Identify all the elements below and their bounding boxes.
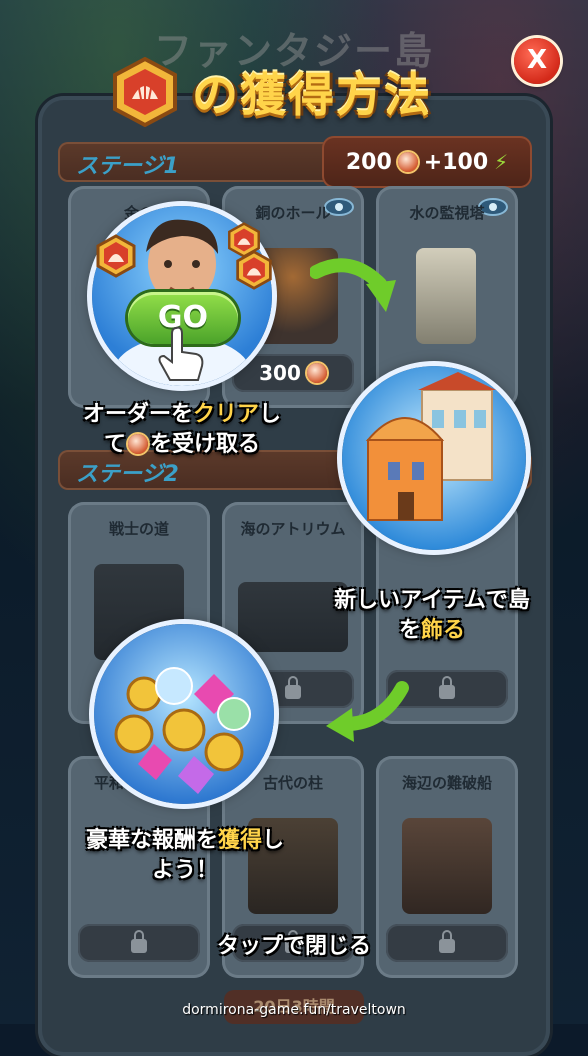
energy-bolt-icon: ⚡: [494, 150, 509, 174]
shell-badge-icon: [96, 234, 136, 278]
step1-text-a: オーダーを: [82, 402, 193, 427]
footer-url: dormirona-game.fun/traveltown: [182, 1002, 406, 1018]
lock-icon: [439, 676, 455, 699]
step3-caption: 豪華な報酬を獲得し よう！: [60, 826, 310, 886]
close-button[interactable]: X: [514, 38, 560, 84]
headline-title: の獲得方法: [192, 68, 432, 122]
shell-badge-icon: [236, 250, 272, 290]
shell-hex-icon: [110, 56, 180, 128]
stage1-reward: 200 +100 ⚡: [322, 136, 532, 188]
watch-tower-image: [416, 248, 476, 344]
step2-highlight: 飾る: [421, 618, 466, 643]
step2-text-b: を: [398, 618, 421, 643]
step3-text-b: し: [262, 828, 285, 853]
step3-highlight: 獲得: [217, 828, 262, 853]
step3-text-c: よう！: [151, 858, 218, 883]
step1-text-d: を受け取る: [150, 432, 261, 457]
step1-highlight: クリア: [192, 402, 259, 427]
reward-energy-value: +100: [423, 149, 489, 175]
arrow-left-icon: [326, 681, 409, 742]
shipwreck-image: [402, 818, 492, 914]
step1-caption: オーダーをクリアし てを受け取る: [62, 400, 302, 460]
step2-text-a: 新しいアイテムで島: [334, 588, 530, 613]
step2-caption: 新しいアイテムで島 を飾る: [304, 586, 560, 646]
stage1-bar: ステージ1 200 +100 ⚡: [58, 136, 532, 188]
card-title: 海のアトリウム: [240, 520, 346, 538]
card-title: 海辺の難破船: [401, 774, 492, 792]
lock-icon: [285, 676, 301, 699]
headline: の獲得方法: [110, 54, 432, 130]
shell-icon: [306, 363, 327, 383]
step3-reward-circle: [94, 624, 274, 804]
shell-icon: [397, 152, 418, 172]
stage1-label: ステージ1: [76, 154, 179, 179]
shell-icon: [128, 434, 148, 454]
step1-text-b: し: [259, 402, 282, 427]
card-title: 戦士の道: [108, 520, 169, 538]
step2-building-circle: [342, 366, 526, 550]
arrow-right-icon: [310, 258, 396, 312]
tap-to-close-hint[interactable]: タップで閉じる: [0, 928, 588, 960]
stage2-label: ステージ2: [76, 462, 179, 487]
reward-shells-value: 200: [345, 149, 392, 175]
tap-hand-icon: [158, 326, 204, 381]
card-title: 水の監視塔: [409, 204, 485, 222]
step1-text-c: て: [103, 432, 126, 457]
step3-text-a: 豪華な報酬を: [85, 828, 218, 853]
